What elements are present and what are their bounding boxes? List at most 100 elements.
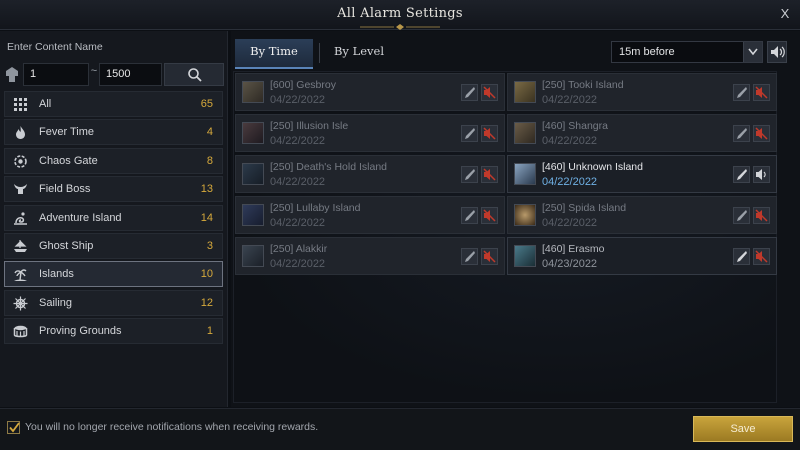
quill-icon [737, 87, 747, 98]
category-fever-time[interactable]: Fever Time 4 [4, 119, 223, 146]
pin-button[interactable] [461, 125, 478, 142]
grid-icon [14, 98, 27, 111]
category-sailing[interactable]: Sailing 12 [4, 289, 223, 316]
category-label: Ghost Ship [39, 239, 94, 252]
category-count: 13 [200, 183, 213, 196]
alarm-row[interactable]: [460] Unknown Island 04/22/2022 [507, 155, 777, 193]
alarm-name: [460] Shangra [542, 120, 608, 132]
chevron-down-icon[interactable] [743, 42, 762, 62]
checkmark-icon [9, 422, 20, 433]
title-bar: All Alarm Settings X [0, 0, 800, 30]
footer-bar: You will no longer receive notifications… [0, 408, 800, 450]
mute-button[interactable] [481, 84, 498, 101]
alarm-date: 04/22/2022 [542, 94, 598, 106]
tab-by-level[interactable]: By Level [327, 39, 391, 69]
pin-button[interactable] [733, 125, 750, 142]
category-label: Field Boss [39, 183, 91, 196]
category-count: 4 [206, 126, 213, 139]
island-thumbnail [514, 245, 536, 267]
speaker-icon [771, 46, 785, 58]
mute-button[interactable] [753, 84, 770, 101]
close-button[interactable]: X [776, 5, 794, 23]
quill-icon [465, 87, 475, 98]
pin-button[interactable] [733, 166, 750, 183]
tab-by-time[interactable]: By Time [235, 39, 313, 69]
mute-button[interactable] [753, 125, 770, 142]
level-min-input[interactable]: 1 [23, 63, 89, 86]
category-chaos-gate[interactable]: Chaos Gate 8 [4, 147, 223, 174]
alarm-date: 04/22/2022 [270, 135, 326, 147]
pin-button[interactable] [461, 207, 478, 224]
mute-button[interactable] [481, 207, 498, 224]
search-button[interactable] [164, 63, 224, 86]
alarm-row[interactable]: [250] Lullaby Island 04/22/2022 [235, 196, 505, 234]
alarm-row[interactable]: [250] Tooki Island 04/22/2022 [507, 73, 777, 111]
alarm-date: 04/22/2022 [542, 176, 598, 188]
sound-toggle-button[interactable] [767, 41, 787, 63]
muted-speaker-icon [755, 209, 768, 222]
alarm-name: [250] Death's Hold Island [270, 161, 387, 173]
island-swirl-icon [14, 211, 27, 225]
pin-button[interactable] [733, 248, 750, 265]
alarm-name: [250] Illusion Isle [270, 120, 349, 132]
category-label: All [39, 98, 52, 110]
reminder-time-select[interactable]: 15m before [611, 41, 763, 63]
save-button[interactable]: Save [693, 416, 793, 442]
alarm-row[interactable]: [250] Death's Hold Island 04/22/2022 [235, 155, 505, 193]
speaker-icon [756, 169, 766, 180]
alarm-date: 04/22/2022 [542, 217, 598, 229]
alarm-row[interactable]: [460] Erasmo 04/23/2022 [507, 237, 777, 275]
category-count: 3 [206, 239, 213, 252]
mute-button[interactable] [753, 248, 770, 265]
level-helmet-icon [6, 67, 18, 82]
sound-on-button[interactable] [753, 166, 770, 183]
island-thumbnail [242, 122, 264, 144]
alarm-name: [460] Unknown Island [542, 161, 643, 173]
mute-button[interactable] [481, 248, 498, 265]
ship-icon [14, 239, 27, 252]
pin-button[interactable] [733, 84, 750, 101]
reward-notification-checkbox[interactable] [7, 421, 20, 434]
muted-speaker-icon [483, 127, 496, 140]
content-name-search-label[interactable]: Enter Content Name [7, 41, 103, 53]
alarm-date: 04/23/2022 [542, 258, 598, 270]
alarm-row[interactable]: [250] Illusion Isle 04/22/2022 [235, 114, 505, 152]
alarm-name: [460] Erasmo [542, 243, 605, 255]
alarm-row[interactable]: [460] Shangra 04/22/2022 [507, 114, 777, 152]
alarm-panel: By Time By Level 15m before [600] Gesbro… [231, 31, 800, 407]
pin-button[interactable] [461, 248, 478, 265]
island-thumbnail [514, 204, 536, 226]
alarm-date: 04/22/2022 [270, 94, 326, 106]
mute-button[interactable] [481, 166, 498, 183]
island-thumbnail [242, 163, 264, 185]
pin-button[interactable] [461, 84, 478, 101]
pin-button[interactable] [733, 207, 750, 224]
level-range-row: 1 ~ 1500 [4, 63, 226, 87]
category-all[interactable]: All 65 [4, 91, 223, 117]
category-proving-grounds[interactable]: Proving Grounds 1 [4, 318, 223, 345]
category-islands[interactable]: Islands 10 [4, 261, 223, 288]
alarm-row[interactable]: [600] Gesbroy 04/22/2022 [235, 73, 505, 111]
category-adventure-island[interactable]: Adventure Island 14 [4, 204, 223, 231]
alarm-row[interactable]: [250] Spida Island 04/22/2022 [507, 196, 777, 234]
category-label: Fever Time [39, 126, 95, 139]
reward-notification-label: You will no longer receive notifications… [25, 421, 319, 433]
category-label: Islands [39, 268, 74, 281]
mute-button[interactable] [753, 207, 770, 224]
category-count: 65 [200, 98, 213, 110]
category-ghost-ship[interactable]: Ghost Ship 3 [4, 232, 223, 259]
pin-button[interactable] [461, 166, 478, 183]
window-title: All Alarm Settings [337, 6, 463, 21]
category-label: Proving Grounds [39, 325, 122, 338]
tab-divider [319, 43, 320, 63]
horned-skull-icon [14, 184, 27, 195]
island-thumbnail [242, 245, 264, 267]
alarm-row[interactable]: [250] Alakkir 04/22/2022 [235, 237, 505, 275]
alarm-column-right: [250] Tooki Island 04/22/2022 [460] Shan… [507, 73, 777, 278]
alarm-name: [250] Alakkir [270, 243, 328, 255]
island-thumbnail [514, 163, 536, 185]
mute-button[interactable] [481, 125, 498, 142]
category-field-boss[interactable]: Field Boss 13 [4, 176, 223, 203]
level-max-input[interactable]: 1500 [99, 63, 162, 86]
title-ornament-icon [360, 24, 440, 30]
